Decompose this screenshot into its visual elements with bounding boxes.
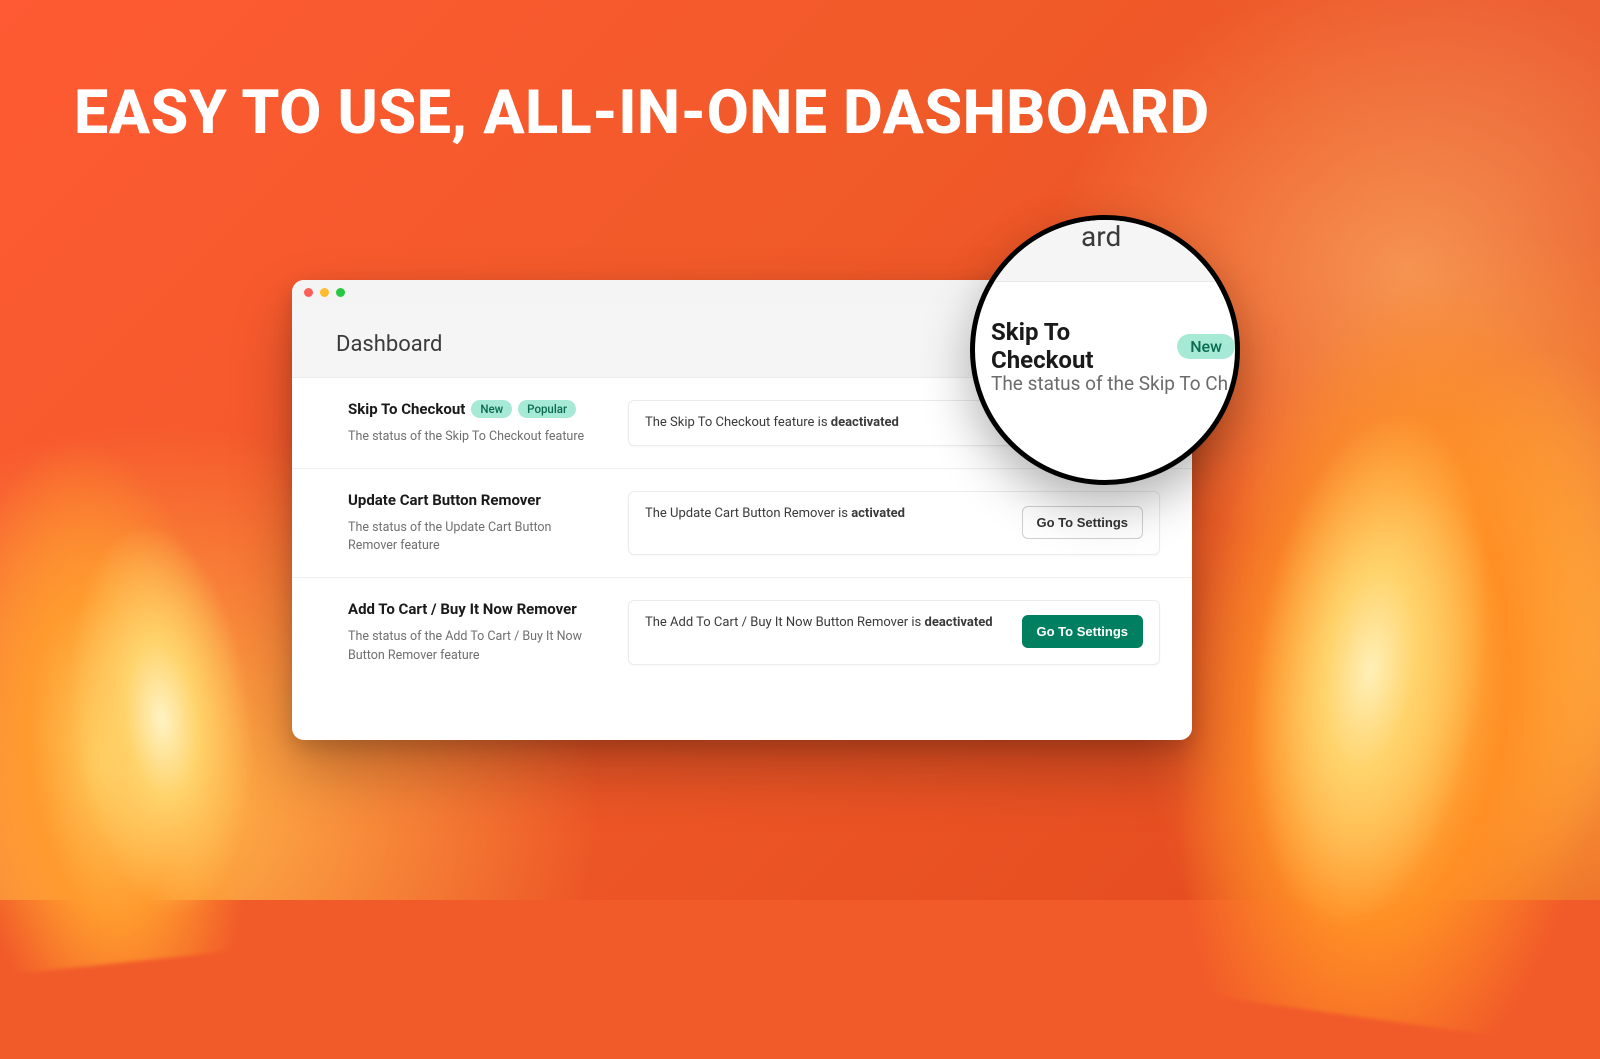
go-to-settings-button[interactable]: Go To Settings: [1022, 506, 1143, 539]
feature-status-card: The Add To Cart / Buy It Now Button Remo…: [628, 600, 1160, 664]
status-value: deactivated: [925, 615, 993, 630]
feature-subtitle: The status of the Update Cart Button Rem…: [348, 519, 598, 555]
minimize-icon[interactable]: [320, 288, 329, 297]
status-text: The Skip To Checkout feature is deactiva…: [645, 415, 899, 430]
feature-title: Skip To Checkout New Popular: [348, 400, 598, 418]
magnifier-subtitle: The status of the Skip To Ch: [991, 372, 1228, 395]
feature-title-text: Add To Cart / Buy It Now Remover: [348, 600, 577, 618]
feature-info: Skip To Checkout New Popular The status …: [348, 400, 598, 446]
feature-title-text: Update Cart Button Remover: [348, 491, 541, 509]
magnifier-title: Skip To Checkout New: [991, 318, 1235, 374]
status-value: deactivated: [831, 415, 899, 430]
status-text: The Update Cart Button Remover is activa…: [645, 506, 905, 521]
feature-row: Update Cart Button Remover The status of…: [292, 469, 1192, 578]
feature-subtitle: The status of the Add To Cart / Buy It N…: [348, 628, 598, 664]
status-prefix: The Update Cart Button Remover is: [645, 506, 851, 521]
feature-title-text: Skip To Checkout: [348, 400, 465, 418]
feature-status-card: The Update Cart Button Remover is activa…: [628, 491, 1160, 555]
close-icon[interactable]: [304, 288, 313, 297]
feature-title: Update Cart Button Remover: [348, 491, 598, 509]
maximize-icon[interactable]: [336, 288, 345, 297]
feature-row: Add To Cart / Buy It Now Remover The sta…: [292, 578, 1192, 686]
magnifier-title-text: Skip To Checkout: [991, 318, 1167, 374]
badge-popular: Popular: [518, 400, 576, 418]
headline: EASY TO USE, ALL-IN-ONE DASHBOARD: [74, 78, 1210, 146]
status-prefix: The Skip To Checkout feature is: [645, 415, 831, 430]
feature-info: Add To Cart / Buy It Now Remover The sta…: [348, 600, 598, 664]
badge-new: New: [1177, 334, 1235, 359]
badge-new: New: [471, 400, 512, 418]
magnifier: ard Skip To Checkout New The status of t…: [970, 215, 1240, 485]
feature-title: Add To Cart / Buy It Now Remover: [348, 600, 598, 618]
go-to-settings-button[interactable]: Go To Settings: [1022, 615, 1143, 648]
magnifier-fragment: ard: [1081, 220, 1121, 253]
magnifier-content: ard Skip To Checkout New The status of t…: [975, 220, 1235, 480]
status-text: The Add To Cart / Buy It Now Button Remo…: [645, 615, 993, 630]
status-prefix: The Add To Cart / Buy It Now Button Remo…: [645, 615, 925, 630]
status-value: activated: [851, 506, 905, 521]
feature-subtitle: The status of the Skip To Checkout featu…: [348, 428, 598, 446]
feature-info: Update Cart Button Remover The status of…: [348, 491, 598, 555]
